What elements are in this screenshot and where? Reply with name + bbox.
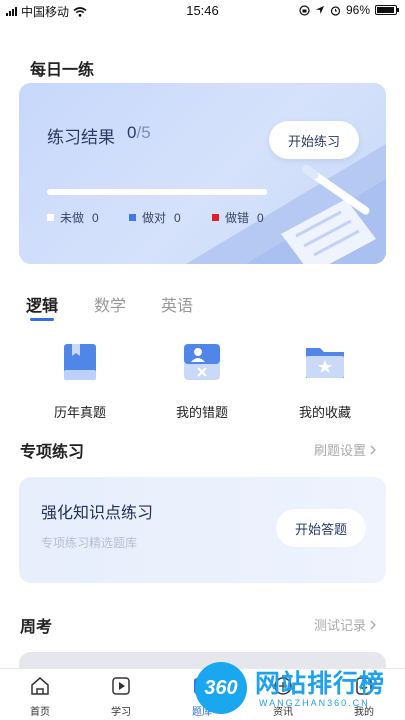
rotation-lock-icon: [299, 4, 310, 16]
wrong-value: 0: [257, 210, 264, 225]
daily-section-title: 每日一练: [30, 62, 95, 79]
wrong-questions-link[interactable]: 我的错题: [157, 340, 247, 421]
chevron-right-icon: [370, 445, 376, 454]
alarm-icon: [330, 5, 341, 16]
result-count: 0/5: [127, 123, 151, 143]
tab-logic[interactable]: 逻辑: [26, 292, 58, 316]
favorites-label: 我的收藏: [298, 405, 351, 420]
wrong-questions-label: 我的错题: [175, 405, 228, 420]
legend-correct: 做对 0: [129, 209, 181, 226]
tabbar-home[interactable]: 首页: [15, 675, 65, 718]
test-records-link[interactable]: 测试记录: [314, 615, 376, 634]
daily-practice-card: 练习结果 0/5 开始练习 未做 0 做对 0 做错 0: [19, 83, 386, 264]
result-label: 练习结果: [47, 128, 115, 147]
wrong-label: 做错: [225, 211, 250, 225]
play-screen-icon: [112, 677, 130, 695]
correct-value: 0: [174, 210, 181, 225]
tabbar-study[interactable]: 学习: [96, 675, 146, 718]
watermark: 360 网站排行榜 WANGZHAN360.CN: [195, 658, 405, 720]
tab-english[interactable]: 英语: [161, 292, 193, 316]
battery-icon: [375, 5, 399, 15]
practice-settings-label: 刷题设置: [314, 443, 367, 458]
special-card-title: 强化知识点练习: [41, 505, 154, 522]
legend-wrong: 做错 0: [212, 209, 264, 226]
past-exams-link[interactable]: 历年真题: [35, 340, 125, 421]
undone-value: 0: [92, 210, 99, 225]
undone-label: 未做: [60, 211, 85, 225]
folder-star-icon: [306, 348, 344, 378]
status-bar: 中国移动 15:46 96%: [0, 0, 405, 22]
special-practice-card: 强化知识点练习 专项练习精选题库 开始答题: [19, 477, 386, 583]
tab-math[interactable]: 数学: [94, 292, 126, 316]
home-icon: [31, 677, 49, 695]
watermark-text: 网站排行榜: [255, 670, 386, 698]
watermark-badge: 360: [195, 662, 247, 714]
legend-undone: 未做 0: [47, 209, 99, 226]
status-right: 96%: [299, 3, 399, 17]
location-icon: [315, 6, 324, 14]
special-card-subtitle: 专项练习精选题库: [41, 536, 138, 550]
test-records-label: 测试记录: [314, 618, 367, 633]
correct-swatch: [129, 214, 136, 221]
wrong-questions-icon: [184, 344, 220, 380]
total-count: /5: [136, 123, 151, 142]
start-practice-button[interactable]: 开始练习: [269, 121, 359, 159]
battery-percent: 96%: [345, 3, 370, 17]
practice-progress-bar: [47, 189, 267, 195]
tabbar-study-label: 学习: [111, 707, 131, 718]
active-tab-indicator: [30, 318, 54, 321]
tabbar-home-label: 首页: [30, 707, 50, 718]
chevron-right-icon: [370, 620, 376, 629]
correct-label: 做对: [142, 211, 167, 225]
favorites-link[interactable]: 我的收藏: [280, 340, 370, 421]
watermark-domain: WANGZHAN360.CN: [259, 698, 370, 708]
weekly-section-title: 周考: [20, 619, 53, 636]
practice-settings-link[interactable]: 刷题设置: [314, 440, 376, 459]
start-answering-button[interactable]: 开始答题: [276, 509, 366, 547]
book-icon: [64, 344, 96, 380]
special-section-title: 专项练习: [20, 444, 85, 461]
undone-swatch: [47, 214, 54, 221]
wrong-swatch: [212, 214, 219, 221]
past-exams-label: 历年真题: [53, 405, 106, 420]
